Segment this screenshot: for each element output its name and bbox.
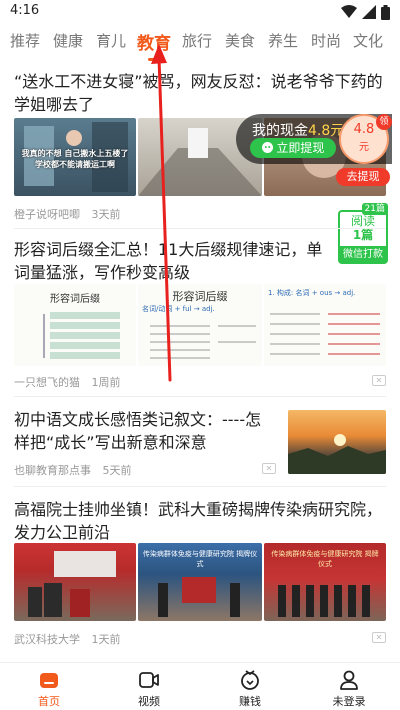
tab-parenting[interactable]: 育儿 bbox=[96, 30, 126, 51]
tab-recommend[interactable]: 推荐 bbox=[10, 30, 40, 51]
nav-home[interactable]: 首页 bbox=[9, 669, 89, 709]
divider bbox=[14, 396, 386, 397]
status-bar: 4:16 bbox=[0, 0, 400, 24]
redpack-unit: 元 bbox=[359, 142, 369, 153]
tab-culture[interactable]: 文化 bbox=[353, 30, 383, 51]
tab-travel[interactable]: 旅行 bbox=[182, 30, 212, 51]
article-meta: 一只想飞的猫 1周前 bbox=[14, 374, 121, 390]
coin-icon bbox=[241, 670, 259, 690]
divider bbox=[14, 486, 386, 487]
article-time: 5天前 bbox=[102, 464, 132, 477]
thumbnail-caption: 我真的不想 自己搬水上五楼了 学校都不能请搬运工啊 bbox=[21, 149, 129, 169]
wechat-icon bbox=[261, 142, 273, 153]
wifi-icon bbox=[341, 5, 357, 18]
nav-label: 赚钱 bbox=[239, 695, 261, 708]
redpack-tag: 领 bbox=[376, 114, 392, 130]
article-source: 橙子说呀吧唧 bbox=[14, 208, 80, 221]
article-title[interactable]: 形容词后缀全汇总！11大后缀规律速记，单词量猛涨，写作秒变高级 bbox=[14, 238, 336, 284]
tab-education[interactable]: 教育 bbox=[137, 29, 171, 54]
video-icon bbox=[139, 672, 159, 688]
article-thumbnail[interactable]: 形容词后缀 bbox=[14, 284, 136, 366]
nav-profile[interactable]: 未登录 bbox=[309, 669, 389, 709]
status-icons bbox=[341, 4, 390, 20]
nav-label: 视频 bbox=[138, 695, 160, 708]
article-thumbnail[interactable]: 1. 构成: 名词 + ous → adj. bbox=[264, 284, 386, 366]
article-meta: 橙子说呀吧唧 3天前 bbox=[14, 206, 121, 222]
article-source: 武汉科技大学 bbox=[14, 633, 80, 646]
battery-icon bbox=[381, 4, 390, 20]
article-thumbnail[interactable]: 传染病群体免疫与健康研究院 揭牌仪式 bbox=[138, 543, 262, 621]
cash-label: 我的现金4.8元 bbox=[252, 123, 345, 139]
status-time: 4:16 bbox=[10, 3, 40, 18]
category-tab-bar: 推荐 健康 育儿 教育 旅行 美食 养生 时尚 文化 代 bbox=[0, 24, 400, 64]
thumbnail-image bbox=[28, 551, 116, 617]
dismiss-icon[interactable]: ✕ bbox=[262, 463, 276, 474]
article-source: 一只想飞的猫 bbox=[14, 376, 80, 389]
dismiss-icon[interactable]: ✕ bbox=[372, 375, 386, 386]
home-icon bbox=[40, 673, 58, 688]
sunset-image bbox=[288, 434, 386, 474]
article-thumbnail[interactable]: 传染病群体免疫与健康研究院 揭牌仪式 bbox=[264, 543, 386, 621]
article-title[interactable]: 初中语文成长感悟类记叙文：----怎样把“成长”写出新意和深意 bbox=[14, 408, 276, 454]
article-thumbnail[interactable] bbox=[14, 543, 136, 621]
user-icon bbox=[340, 670, 358, 690]
article-thumbnail[interactable]: 我真的不想 自己搬水上五楼了 学校都不能请搬运工啊 bbox=[14, 118, 136, 196]
article-thumbnail[interactable]: 形容词后缀 名词/动词 + ful → adj. bbox=[138, 284, 262, 366]
tab-wellness[interactable]: 养生 bbox=[268, 30, 298, 51]
dismiss-icon[interactable]: ✕ bbox=[372, 632, 386, 643]
article-time: 1天前 bbox=[91, 633, 121, 646]
go-withdraw-button[interactable]: 去提现 bbox=[336, 168, 390, 186]
article-thumbnail[interactable] bbox=[288, 410, 386, 474]
withdraw-now-button[interactable]: 立即提现 bbox=[250, 138, 336, 158]
nav-earn[interactable]: 赚钱 bbox=[210, 669, 290, 709]
article-title[interactable]: 高福院士挂帅坐镇！武科大重磅揭牌传染病研究院，发力公卫前沿 bbox=[14, 498, 386, 544]
article-time: 1周前 bbox=[91, 376, 121, 389]
tab-food[interactable]: 美食 bbox=[225, 30, 255, 51]
nav-label: 首页 bbox=[38, 695, 60, 708]
nav-video[interactable]: 视频 bbox=[109, 669, 189, 709]
active-tab-underline bbox=[148, 58, 164, 61]
divider bbox=[14, 228, 386, 229]
tab-fashion[interactable]: 时尚 bbox=[311, 30, 341, 51]
article-source: 也聊教育那点事 bbox=[14, 464, 91, 477]
bottom-navigation: 首页 视频 赚钱 未登录 bbox=[0, 662, 400, 710]
wechat-payout-tag: 微信打款 bbox=[338, 246, 388, 264]
tab-health[interactable]: 健康 bbox=[53, 30, 83, 51]
nav-label: 未登录 bbox=[332, 695, 366, 708]
article-time: 3天前 bbox=[91, 208, 121, 221]
signal-icon bbox=[362, 5, 376, 19]
article-title[interactable]: “送水工不进女寝”被骂，网友反怼：说老爷爷下药的学姐哪去了 bbox=[14, 70, 386, 116]
article-meta: 武汉科技大学 1天前 bbox=[14, 631, 121, 647]
tab-fade-overlay bbox=[384, 24, 400, 64]
article-meta: 也聊教育那点事 5天前 bbox=[14, 462, 132, 478]
